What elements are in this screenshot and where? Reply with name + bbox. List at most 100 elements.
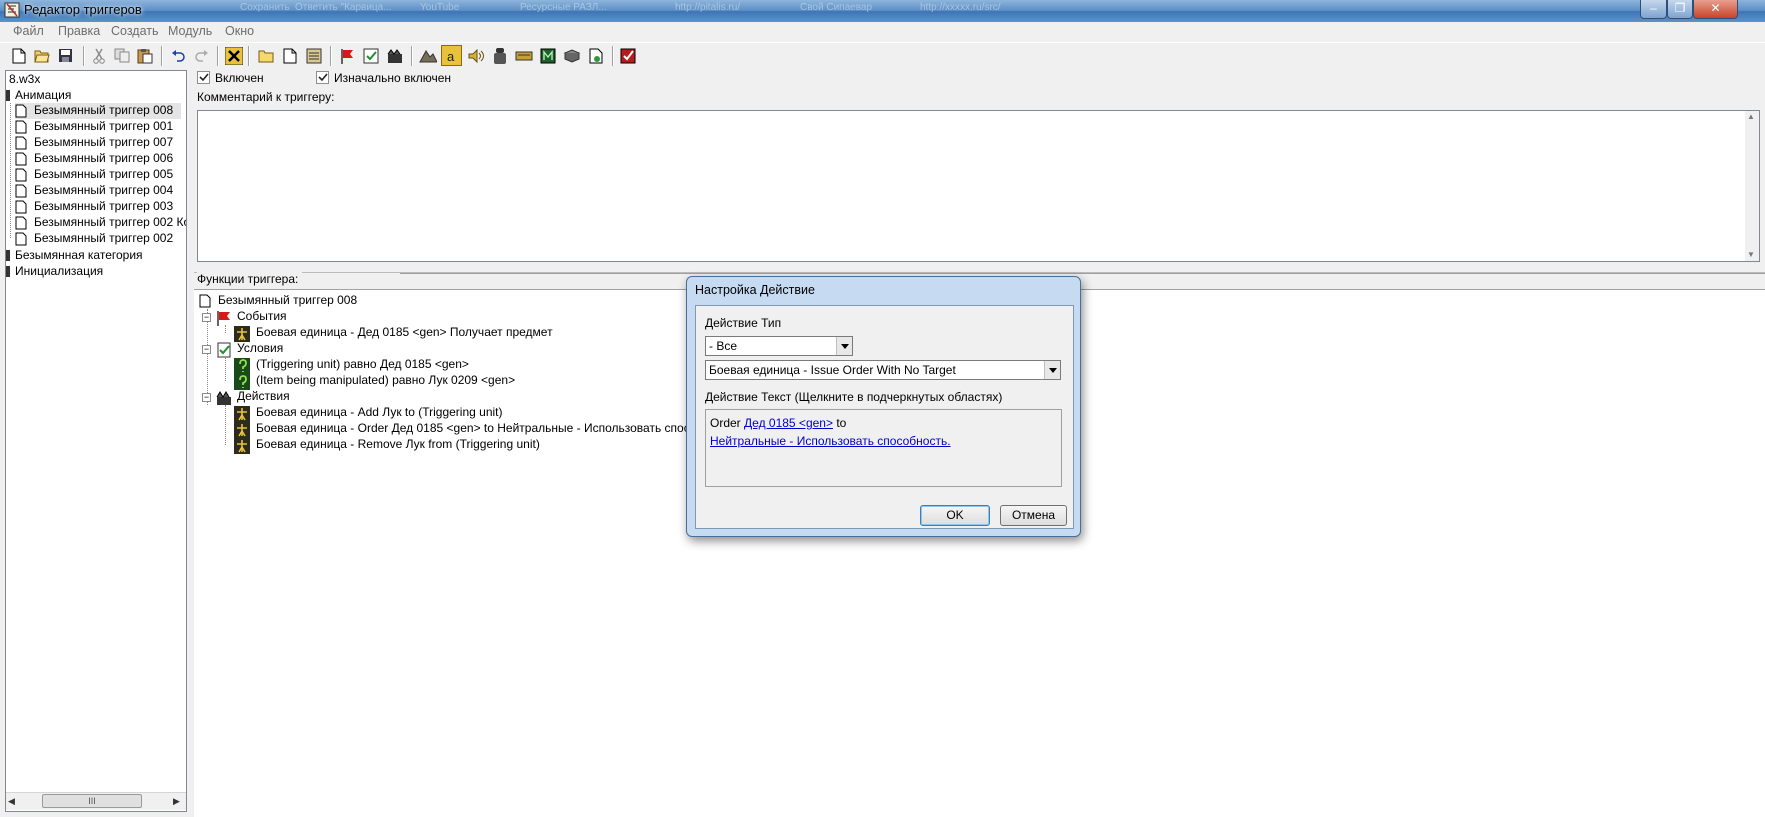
- trigger-node[interactable]: Безымянный триггер 005: [34, 167, 173, 182]
- unit-param-link[interactable]: Дед 0185 <gen>: [744, 416, 833, 430]
- action-type-label: Действие Тип: [705, 316, 782, 330]
- toolbar-separator: [248, 46, 250, 66]
- scroll-right-arrow-icon[interactable]: ▶: [173, 796, 180, 807]
- category-dropdown[interactable]: - Все: [705, 336, 853, 356]
- scroll-down-arrow-icon[interactable]: ▼: [1747, 250, 1755, 259]
- window-title: Редактор триггеров: [24, 2, 142, 17]
- maximize-button[interactable]: ❐: [1667, 0, 1693, 19]
- menu-create[interactable]: Создать: [111, 23, 159, 40]
- condition-item[interactable]: (Triggering unit) равно Дед 0185 <gen>: [256, 357, 469, 372]
- tree-line: [207, 309, 208, 405]
- menu-file[interactable]: Файл: [13, 23, 44, 40]
- menu-edit[interactable]: Правка: [58, 23, 100, 40]
- new-condition-icon[interactable]: [360, 45, 381, 66]
- menu-window[interactable]: Окно: [225, 23, 254, 40]
- scroll-up-arrow-icon[interactable]: ▲: [1747, 112, 1755, 121]
- new-action-icon[interactable]: [384, 45, 405, 66]
- undo-icon[interactable]: [167, 45, 188, 66]
- comment-scrollbar[interactable]: [1745, 111, 1759, 261]
- trigger-node[interactable]: Безымянный триггер 002: [34, 231, 173, 246]
- conditions-node[interactable]: Условия: [237, 341, 283, 356]
- enabled-checkbox[interactable]: [197, 71, 210, 84]
- new-trigger-icon[interactable]: [279, 45, 300, 66]
- collapse-toggle-icon[interactable]: −: [202, 313, 211, 322]
- ok-button[interactable]: OK: [920, 505, 990, 526]
- tree-line: [10, 103, 11, 238]
- action-item[interactable]: Боевая единица - Remove Лук from (Trigge…: [256, 437, 540, 452]
- trigger-node[interactable]: Безымянный триггер 002 Коп: [34, 215, 186, 230]
- trigger-node[interactable]: Безымянный триггер 008: [34, 103, 173, 118]
- trigger-node[interactable]: Безымянный триггер 007: [34, 135, 173, 150]
- campaign-icon[interactable]: [585, 45, 606, 66]
- order-param-link[interactable]: Нейтральные - Использовать способность.: [710, 434, 951, 448]
- menu-module[interactable]: Модуль: [168, 23, 212, 40]
- tree-line: [225, 405, 226, 445]
- cancel-button[interactable]: Отмена: [1000, 505, 1067, 526]
- trigger-doc-icon: [15, 152, 27, 166]
- copy-icon[interactable]: [111, 45, 132, 66]
- event-item[interactable]: Боевая единица - Дед 0185 <gen> Получает…: [256, 325, 553, 340]
- trigger-doc-icon: [15, 120, 27, 134]
- speaker-icon[interactable]: [465, 45, 486, 66]
- minimize-button[interactable]: –: [1640, 0, 1667, 19]
- category-dropdown-value: - Все: [709, 339, 738, 353]
- toolbar-separator: [612, 46, 614, 66]
- scroll-thumb[interactable]: III: [42, 794, 142, 808]
- import-manager-icon[interactable]: [561, 45, 582, 66]
- horizontal-splitter[interactable]: [194, 265, 1765, 273]
- events-node[interactable]: События: [237, 309, 287, 324]
- open-folder-icon[interactable]: [31, 45, 52, 66]
- trigger-doc-icon: [15, 168, 27, 182]
- unit-editor-icon[interactable]: [489, 45, 510, 66]
- collapse-toggle-icon[interactable]: −: [202, 345, 211, 354]
- test-map-icon[interactable]: [617, 45, 638, 66]
- new-doc-icon[interactable]: [8, 45, 29, 66]
- trigger-node[interactable]: Безымянный триггер 006: [34, 151, 173, 166]
- new-comment-icon[interactable]: [303, 45, 324, 66]
- actions-node[interactable]: Действия: [237, 389, 290, 404]
- bg-tab: Ресурсные РАЗЛ...: [520, 2, 607, 13]
- initially-on-checkbox[interactable]: [316, 71, 329, 84]
- trigger-node[interactable]: Безымянный триггер 004: [34, 183, 173, 198]
- comment-textarea[interactable]: [197, 110, 1760, 262]
- condition-check-icon: [234, 358, 250, 374]
- new-event-icon[interactable]: [336, 45, 357, 66]
- cut-icon[interactable]: [88, 45, 109, 66]
- app-icon: [4, 2, 20, 18]
- terrain-editor-icon[interactable]: [417, 45, 438, 66]
- redo-icon[interactable]: [191, 45, 212, 66]
- func-root-node[interactable]: Безымянный триггер 008: [218, 293, 357, 308]
- ai-editor-icon[interactable]: [537, 45, 558, 66]
- unit-action-icon: [234, 438, 250, 454]
- new-category-icon[interactable]: [255, 45, 276, 66]
- map-file-node[interactable]: 8.w3x: [9, 72, 40, 87]
- chevron-down-icon[interactable]: [1044, 361, 1060, 379]
- delete-x-icon[interactable]: [223, 45, 244, 66]
- sound-editor-icon[interactable]: a: [441, 45, 462, 66]
- trigger-doc-icon: [15, 200, 27, 214]
- bg-tab: http://xxxxx.ru/src/: [920, 2, 1001, 13]
- paste-icon[interactable]: [134, 45, 155, 66]
- trigger-node[interactable]: Безымянный триггер 001: [34, 119, 173, 134]
- dialog-title: Настройка Действие: [695, 283, 815, 297]
- action-item[interactable]: Боевая единица - Order Дед 0185 <gen> to…: [256, 421, 738, 436]
- trigger-node[interactable]: Безымянный триггер 003: [34, 199, 173, 214]
- bg-tab: http://pitalis.ru/: [675, 2, 741, 13]
- chevron-down-icon[interactable]: [836, 337, 852, 355]
- close-button[interactable]: ✕: [1693, 0, 1738, 19]
- action-item[interactable]: Боевая единица - Add Лук to (Triggering …: [256, 405, 503, 420]
- trigger-doc-icon: [15, 232, 27, 246]
- toolbar-separator: [330, 46, 332, 66]
- collapse-toggle-icon[interactable]: −: [202, 393, 211, 402]
- save-icon[interactable]: [55, 45, 76, 66]
- category-marker-icon: [6, 266, 10, 277]
- action-dropdown[interactable]: Боевая единица - Issue Order With No Tar…: [705, 360, 1061, 380]
- trigger-doc-icon: [15, 184, 27, 198]
- category-node[interactable]: Анимация: [15, 88, 71, 103]
- category-node[interactable]: Инициализация: [15, 264, 103, 279]
- object-editor-icon[interactable]: [513, 45, 534, 66]
- unit-action-icon: [234, 326, 250, 342]
- category-node[interactable]: Безымянная категория: [15, 248, 143, 263]
- scroll-left-arrow-icon[interactable]: ◀: [8, 796, 15, 807]
- condition-item[interactable]: (Item being manipulated) равно Лук 0209 …: [256, 373, 515, 388]
